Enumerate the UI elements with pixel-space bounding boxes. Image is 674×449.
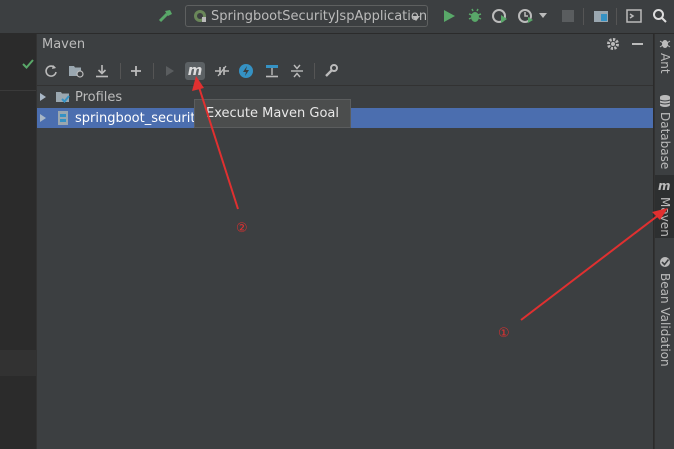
toolbar-divider: [120, 63, 121, 79]
bean-validation-icon: [659, 256, 671, 271]
chevron-down-icon: [411, 12, 421, 26]
toolbar-divider: [583, 8, 584, 25]
hammer-icon[interactable]: [156, 6, 176, 26]
tab-maven[interactable]: m Maven: [655, 175, 674, 238]
collapse-all-icon[interactable]: [288, 62, 306, 80]
tab-database[interactable]: Database: [655, 89, 674, 171]
run-configuration-select[interactable]: SpringbootSecurityJspApplication: [185, 5, 428, 27]
tree-item-label: springboot_security_: [75, 110, 210, 126]
run-icon[interactable]: [439, 6, 459, 26]
expand-arrow-icon[interactable]: [40, 93, 46, 101]
maven-module-icon: [55, 110, 71, 126]
skip-tests-icon[interactable]: [237, 62, 255, 80]
tooltip: Execute Maven Goal: [194, 99, 351, 128]
settings-wrench-icon[interactable]: [322, 62, 340, 80]
tab-label: Maven: [658, 197, 672, 237]
maven-toolbar: m: [37, 57, 653, 86]
debug-icon[interactable]: [465, 6, 485, 26]
terminal-icon[interactable]: [624, 6, 644, 26]
minimize-icon[interactable]: [632, 43, 643, 45]
tree-item-label: Profiles: [75, 89, 123, 105]
run-icon[interactable]: [161, 62, 179, 80]
tab-ant[interactable]: Ant: [655, 34, 674, 78]
download-icon[interactable]: [93, 62, 111, 80]
project-structure-icon[interactable]: [591, 6, 611, 26]
show-dependencies-icon[interactable]: [263, 62, 281, 80]
run-configuration-label: SpringbootSecurityJspApplication: [211, 8, 428, 24]
reload-icon[interactable]: [42, 62, 60, 80]
toolbar-divider: [616, 8, 617, 25]
chevron-down-icon[interactable]: [537, 6, 549, 26]
maven-tool-window: Maven m Profiles springboot_security_: [37, 34, 653, 449]
coverage-icon[interactable]: [490, 6, 510, 26]
editor-tab-divider: [0, 90, 36, 91]
editor-area: [0, 34, 37, 449]
stop-icon[interactable]: [558, 6, 578, 26]
panel-title: Maven: [42, 37, 86, 52]
generate-sources-icon[interactable]: [67, 62, 85, 80]
execute-goal-icon[interactable]: m: [185, 62, 205, 80]
tab-label: Database: [658, 112, 672, 170]
search-icon[interactable]: [650, 6, 670, 26]
database-icon: [659, 94, 671, 111]
annotation-label-1: ①: [498, 326, 510, 341]
annotation-label-2: ②: [236, 221, 248, 236]
toggle-offline-icon[interactable]: [213, 62, 231, 80]
tab-bean-validation[interactable]: Bean Validation: [655, 252, 674, 367]
profiles-folder-icon: [55, 89, 71, 105]
main-toolbar: SpringbootSecurityJspApplication: [0, 0, 674, 34]
tab-label: Ant: [658, 53, 672, 74]
panel-header: Maven: [37, 34, 653, 56]
ant-icon: [659, 37, 671, 52]
toolbar-divider: [314, 63, 315, 79]
editor-current-line: [0, 350, 36, 376]
add-icon[interactable]: [127, 62, 145, 80]
checkmark-icon: [22, 58, 34, 72]
maven-icon: m: [658, 179, 671, 193]
gear-icon[interactable]: [606, 37, 620, 54]
tab-label: Bean Validation: [658, 273, 672, 367]
spring-config-icon: [193, 9, 207, 23]
right-tool-strip: Ant Database m Maven Bean Validation: [654, 34, 674, 449]
profile-icon[interactable]: [516, 6, 536, 26]
toolbar-divider: [153, 63, 154, 79]
expand-arrow-icon[interactable]: [40, 114, 46, 122]
